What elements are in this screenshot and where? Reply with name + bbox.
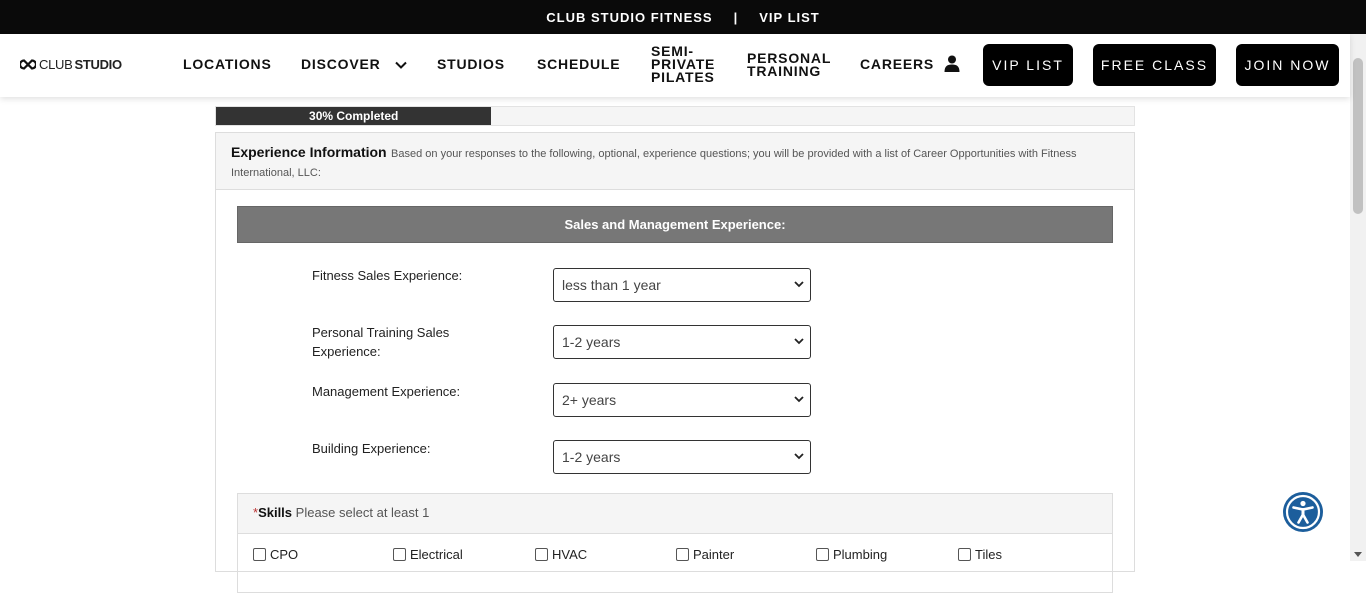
skill-plumbing-label: Plumbing <box>833 547 888 562</box>
nav-discover[interactable]: DISCOVER <box>301 56 407 72</box>
skill-electrical[interactable]: Electrical <box>393 547 463 562</box>
management-value: 2+ years <box>562 392 617 408</box>
management-label: Management Experience: <box>312 384 461 399</box>
user-icon[interactable] <box>944 55 960 72</box>
accessibility-icon <box>1285 494 1321 530</box>
pt-sales-select[interactable]: 1-2 years <box>553 325 811 359</box>
nav-pt-line2: TRAINING <box>747 63 822 79</box>
checkbox[interactable] <box>393 548 406 561</box>
topbar-vip-link[interactable]: VIP LIST <box>759 10 820 25</box>
chevron-down-icon <box>794 281 804 288</box>
nav-studios[interactable]: STUDIOS <box>437 57 505 71</box>
fitness-sales-value: less than 1 year <box>562 277 661 293</box>
skill-plumbing[interactable]: Plumbing <box>816 547 887 562</box>
join-now-button[interactable]: JOIN NOW <box>1236 44 1339 86</box>
brand-link[interactable]: CLUB STUDIO FITNESS <box>546 10 712 25</box>
accessibility-button[interactable] <box>1283 492 1323 532</box>
scrollbar-thumb[interactable] <box>1353 58 1363 214</box>
scroll-down-arrow-icon[interactable] <box>1354 552 1362 557</box>
logo-studio-text: STUDIO <box>74 57 122 72</box>
experience-panel: Experience Information Based on your res… <box>215 132 1135 593</box>
fitness-sales-select[interactable]: less than 1 year <box>553 268 811 302</box>
nav-careers[interactable]: CAREERS <box>860 57 934 71</box>
checkbox[interactable] <box>958 548 971 561</box>
nav-discover-label: DISCOVER <box>301 56 381 72</box>
checkbox[interactable] <box>535 548 548 561</box>
checkbox[interactable] <box>816 548 829 561</box>
skill-cpo-label: CPO <box>270 547 299 562</box>
vip-list-button[interactable]: VIP LIST <box>983 44 1073 86</box>
page-scrollbar[interactable] <box>1350 34 1366 561</box>
progress-bar: 30% Completed <box>215 106 1135 126</box>
skill-hvac[interactable]: HVAC <box>535 547 587 562</box>
chevron-down-icon <box>794 396 804 403</box>
building-select[interactable]: 1-2 years <box>553 440 811 474</box>
skills-label: Skills <box>258 505 293 520</box>
checkbox[interactable] <box>253 548 266 561</box>
skill-cpo[interactable]: CPO <box>253 547 298 562</box>
section-title-bar: Sales and Management Experience: <box>237 206 1113 243</box>
nav-semi-private-pilates[interactable]: SEMI- PRIVATE PILATES <box>651 44 715 85</box>
free-class-button[interactable]: FREE CLASS <box>1093 44 1216 86</box>
management-select[interactable]: 2+ years <box>553 383 811 417</box>
pt-sales-label: Personal Training Sales Experience: <box>312 325 450 359</box>
skills-group: *Skills Please select at least 1 CPO Ele… <box>237 493 1113 593</box>
skill-tiles[interactable]: Tiles <box>958 547 1002 562</box>
progress-fill: 30% Completed <box>216 107 492 125</box>
skills-header: *Skills Please select at least 1 <box>238 494 1112 534</box>
nav-personal-training[interactable]: PERSONAL TRAINING <box>747 51 831 79</box>
checkbox[interactable] <box>676 548 689 561</box>
nav-semi-line3: PILATES <box>651 69 715 85</box>
infinity-logo-icon <box>20 59 36 70</box>
topbar-separator: | <box>733 9 739 25</box>
skills-hint: Please select at least 1 <box>295 505 430 520</box>
logo-club-text: CLUB <box>39 57 73 72</box>
panel-title: Experience Information <box>231 144 387 160</box>
skill-hvac-label: HVAC <box>552 547 588 562</box>
building-value: 1-2 years <box>562 449 621 465</box>
panel-header: Experience Information Based on your res… <box>216 133 1134 190</box>
pt-sales-value: 1-2 years <box>562 334 621 350</box>
club-studio-logo[interactable]: CLUB STUDIO <box>20 57 122 72</box>
nav-schedule[interactable]: SCHEDULE <box>537 57 620 71</box>
skill-electrical-label: Electrical <box>410 547 463 562</box>
top-announcement-bar: CLUB STUDIO FITNESS | VIP LIST <box>0 0 1366 34</box>
nav-locations[interactable]: LOCATIONS <box>183 57 272 71</box>
fitness-sales-label: Fitness Sales Experience: <box>312 268 463 283</box>
building-label: Building Experience: <box>312 441 431 456</box>
skill-tiles-label: Tiles <box>975 547 1002 562</box>
main-navbar: CLUB STUDIO LOCATIONS DISCOVER STUDIOS S… <box>0 34 1350 97</box>
skill-painter-label: Painter <box>693 547 735 562</box>
skill-painter[interactable]: Painter <box>676 547 734 562</box>
chevron-down-icon <box>794 453 804 460</box>
chevron-down-icon <box>794 338 804 345</box>
chevron-down-icon <box>394 61 407 69</box>
